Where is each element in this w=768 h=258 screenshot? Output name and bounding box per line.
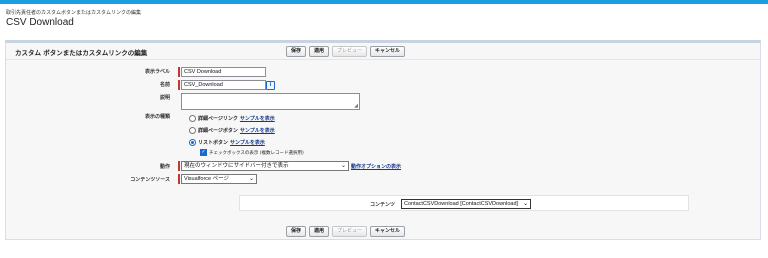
show-sample-link[interactable]: サンプルを表示 — [240, 127, 275, 134]
resize-grip-icon[interactable]: ◢ — [354, 104, 358, 109]
bottom-button-bar: 保存 適用 プレビュー キャンセル — [286, 226, 406, 237]
behavior-select-value: 現在のウィンドウにサイドバー付きで表示 — [184, 163, 289, 169]
save-button[interactable]: 保存 — [286, 46, 307, 57]
radio-label: 詳細ページリンク — [198, 115, 238, 122]
content-label: コンテンツ — [370, 202, 396, 208]
description-field-label: 説明 — [159, 95, 170, 101]
chevron-down-icon: ⌄ — [523, 201, 529, 207]
top-accent-bar — [0, 0, 768, 4]
display-type-label: 表示の種類 — [144, 114, 170, 120]
top-button-bar: 保存 適用 プレビュー キャンセル — [286, 46, 406, 57]
required-indicator — [178, 174, 180, 184]
radio-detail-page-button[interactable]: 詳細ページボタン サンプルを表示 — [189, 126, 275, 134]
radio-detail-page-link[interactable]: 詳細ページリンク サンプルを表示 — [189, 114, 275, 122]
radio-label: 詳細ページボタン — [198, 127, 238, 134]
info-icon[interactable]: i — [266, 81, 275, 90]
chevron-down-icon: ⌄ — [340, 163, 346, 169]
content-select[interactable]: ContactCSVDownload [ContactCSVDownload] … — [401, 199, 532, 209]
content-section: コンテンツ ContactCSVDownload [ContactCSVDown… — [239, 195, 689, 211]
required-indicator — [178, 161, 180, 171]
panel-title: カスタム ボタンまたはカスタムリンクの編集 — [15, 49, 148, 57]
radio-button-selected[interactable] — [189, 138, 196, 146]
label-field-label: 表示ラベル — [144, 69, 170, 75]
required-indicator — [178, 67, 180, 77]
cancel-button[interactable]: キャンセル — [370, 46, 406, 57]
quick-save-button[interactable]: 適用 — [309, 226, 330, 237]
radio-button[interactable] — [189, 114, 196, 122]
edit-panel: カスタム ボタンまたはカスタムリンクの編集 保存 適用 プレビュー キャンセル … — [5, 40, 761, 240]
name-field-label: 名前 — [159, 82, 170, 88]
required-indicator — [178, 80, 180, 90]
preview-button[interactable]: プレビュー — [332, 226, 368, 237]
quick-save-button[interactable]: 適用 — [309, 46, 330, 57]
label-input[interactable]: CSV Download — [181, 67, 266, 77]
behavior-select[interactable]: 現在のウィンドウにサイドバー付きで表示 ⌄ — [181, 161, 349, 171]
radio-button[interactable] — [189, 126, 196, 134]
page-title: CSV Download — [6, 17, 74, 28]
checkbox-checked[interactable]: ✓ — [200, 149, 207, 156]
content-source-select[interactable]: Visualforce ページ ⌄ — [181, 174, 257, 184]
content-source-select-value: Visualforce ページ — [184, 176, 230, 182]
content-source-label: コンテンツソース — [130, 177, 170, 183]
cancel-button[interactable]: キャンセル — [370, 226, 406, 237]
show-sample-link[interactable]: サンプルを表示 — [230, 139, 265, 146]
preview-button[interactable]: プレビュー — [332, 46, 368, 57]
show-sample-link[interactable]: サンプルを表示 — [240, 115, 275, 122]
radio-list-button[interactable]: リストボタン サンプルを表示 — [189, 138, 265, 146]
page-header: 取引先責任者のカスタムボタンまたはカスタムリンクの編集 CSV Download — [6, 10, 141, 29]
chevron-down-icon: ⌄ — [248, 176, 254, 182]
name-input[interactable]: CSV_Download — [181, 80, 266, 90]
checkbox-label: チェックボックスの表示 (複数レコード選択用) — [209, 150, 304, 156]
description-textarea[interactable]: ◢ — [181, 93, 360, 110]
breadcrumb: 取引先責任者のカスタムボタンまたはカスタムリンクの編集 — [6, 10, 142, 16]
behavior-options-link[interactable]: 動作オプションの表示 — [351, 163, 401, 170]
save-button[interactable]: 保存 — [286, 226, 307, 237]
content-select-value: ContactCSVDownload [ContactCSVDownload] — [404, 201, 519, 207]
multi-select-checkbox-row[interactable]: ✓ チェックボックスの表示 (複数レコード選択用) — [200, 149, 304, 156]
behavior-label: 動作 — [159, 164, 170, 170]
radio-label: リストボタン — [198, 139, 229, 146]
